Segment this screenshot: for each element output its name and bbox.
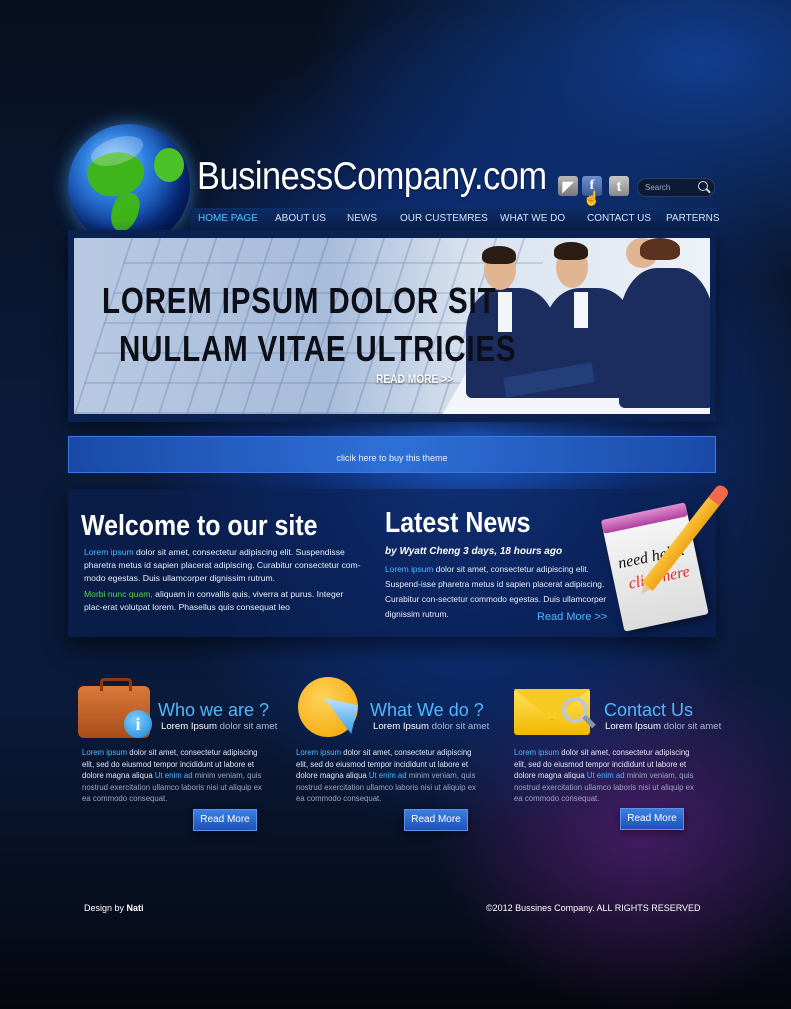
buy-theme-link[interactable]: clicik here to buy this theme	[69, 453, 715, 463]
twitter-icon[interactable]: t	[609, 176, 629, 196]
feature-who-sub-a: Lorem Ipsum	[161, 721, 217, 732]
news-byline: by Wyatt Cheng 3 days, 18 hours ago	[385, 546, 563, 557]
feature-what-sub-a: Lorem Ipsum	[373, 721, 429, 732]
rss-icon[interactable]: ◤	[558, 176, 578, 196]
feature-contact-hl2: Ut enim ad	[586, 771, 625, 780]
feature-contact-hl1: Lorem ipsum	[514, 748, 560, 757]
feature-contact-text: Lorem ipsum dolor sit amet, consectetur …	[514, 747, 700, 805]
feature-who-hl2: Ut enim ad	[154, 771, 193, 780]
banner-heading-line2: NULLAM VITAE ULTRICIES	[119, 328, 517, 369]
search-icon[interactable]	[698, 181, 708, 191]
footer-design-by: Design by	[84, 903, 127, 913]
nav-what-we-do[interactable]: WHAT WE DO	[500, 213, 565, 224]
info-icon: i	[124, 710, 152, 738]
feature-who-text: Lorem ipsum dolor sit amet, consectetur …	[82, 747, 268, 805]
footer-copyright: ©2012 Bussines Company. ALL RIGHTS RESER…	[486, 903, 701, 913]
nav-our-customers[interactable]: OUR CUSTEMRES	[400, 213, 488, 224]
feature-what-text: Lorem ipsum dolor sit amet, consectetur …	[296, 747, 482, 805]
welcome-p1-highlight: Lorem ipsum	[84, 547, 134, 557]
news-read-more-link[interactable]: Read More >>	[537, 611, 607, 623]
footer-design-credit: Design by Nati	[84, 903, 144, 913]
nav-partners[interactable]: PARTERNS	[666, 213, 720, 224]
footer-designer-link[interactable]: Nati	[127, 903, 144, 913]
site-logo[interactable]: BusinessCompany.com	[197, 155, 547, 199]
search-input[interactable]	[645, 180, 697, 194]
magnifier-icon	[562, 697, 588, 723]
buy-theme-bar[interactable]: clicik here to buy this theme	[68, 436, 716, 473]
feature-contact-sub-a: Lorem Ipsum	[605, 721, 661, 732]
feature-what-subtitle: Lorem Ipsum dolor sit amet	[373, 721, 489, 732]
hand-cursor-icon: ☝	[583, 190, 601, 206]
feature-who-read-more-button[interactable]: Read More	[193, 809, 257, 831]
welcome-title: Welcome to our site	[81, 510, 318, 542]
feature-who-hl1: Lorem ipsum	[82, 748, 128, 757]
welcome-paragraph-2: Morbi nunc quam, aliquam in convallis qu…	[84, 588, 362, 614]
feature-contact-sub-b: dolor sit amet	[660, 721, 722, 732]
nav-news[interactable]: NEWS	[347, 213, 377, 224]
feature-what-sub-b: dolor sit amet	[428, 721, 490, 732]
feature-what-hl1: Lorem ipsum	[296, 748, 342, 757]
news-highlight: Lorem ipsum	[385, 564, 434, 574]
feature-what-hl2: Ut enim ad	[368, 771, 407, 780]
nav-contact-us[interactable]: CONTACT US	[587, 213, 651, 224]
main-nav: HOME PAGE ABOUT US NEWS OUR CUSTEMRES WH…	[190, 208, 720, 230]
feature-who-title: Who we are ?	[158, 700, 270, 720]
welcome-p2-highlight: Morbi nunc quam,	[84, 589, 153, 599]
feature-contact-title: Contact Us	[604, 700, 694, 720]
nav-about-us[interactable]: ABOUT US	[275, 213, 326, 224]
feature-what-read-more-button[interactable]: Read More	[404, 809, 468, 831]
globe-logo-icon[interactable]	[68, 124, 190, 246]
hero-banner: LOREM IPSUM DOLOR SIT NULLAM VITAE ULTRI…	[74, 238, 710, 414]
feature-what-title: What We do ?	[370, 700, 484, 720]
feature-contact-read-more-button[interactable]: Read More	[620, 808, 684, 830]
search-box	[637, 178, 715, 197]
feature-who-subtitle: Lorem Ipsum dolor sit amet	[161, 721, 277, 732]
welcome-paragraph-1: Lorem ipsum dolor sit amet, consectetur …	[84, 546, 362, 585]
news-title: Latest News	[385, 507, 531, 539]
banner-read-more-link[interactable]: READ MORE >>	[376, 372, 453, 386]
feature-contact-subtitle: Lorem Ipsum dolor sit amet	[605, 721, 721, 732]
feature-who-sub-b: dolor sit amet	[216, 721, 278, 732]
nav-home-page[interactable]: HOME PAGE	[198, 213, 258, 224]
banner-heading-line1: LOREM IPSUM DOLOR SIT	[102, 280, 497, 321]
